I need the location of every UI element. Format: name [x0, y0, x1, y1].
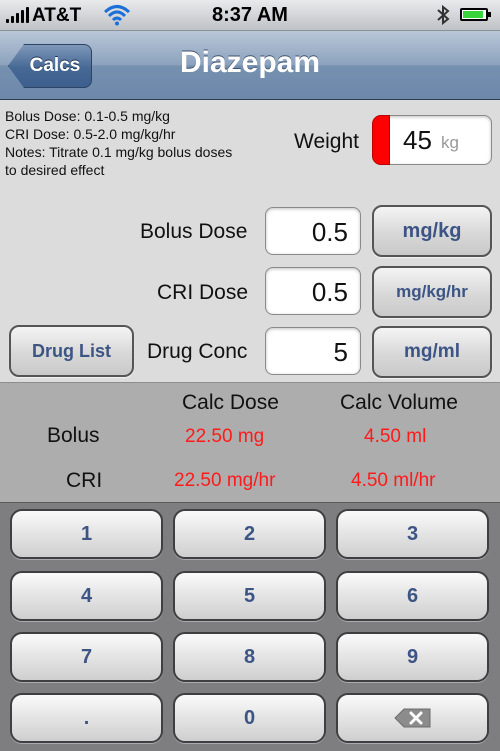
- key-1[interactable]: 1: [10, 509, 163, 559]
- key-4[interactable]: 4: [10, 571, 163, 621]
- drug-conc-unit-button[interactable]: mg/ml: [372, 326, 492, 378]
- key-7[interactable]: 7: [10, 632, 163, 682]
- battery-level: [463, 11, 483, 18]
- cri-calc-volume: 4.50 ml/hr: [351, 470, 436, 491]
- cri-range-note: CRI Dose: 0.5-2.0 mg/kg/hr: [5, 126, 176, 142]
- cri-dose-label: CRI Dose: [157, 281, 249, 304]
- bolus-calc-dose: 22.50 mg: [185, 426, 265, 447]
- key-5[interactable]: 5: [173, 571, 326, 621]
- delete-button[interactable]: [336, 693, 489, 743]
- backspace-icon: [393, 708, 430, 728]
- bluetooth-icon: [437, 4, 450, 26]
- weight-active-indicator: [372, 115, 390, 165]
- drug-conc-input[interactable]: 5: [265, 327, 361, 375]
- bolus-result-label: Bolus: [47, 424, 100, 447]
- calc-volume-header: Calc Volume: [340, 391, 458, 414]
- bolus-dose-unit-button[interactable]: mg/kg: [372, 205, 492, 257]
- bolus-dose-input[interactable]: 0.5: [265, 207, 361, 255]
- calc-dose-header: Calc Dose: [182, 391, 279, 414]
- results-panel: Calc Dose Calc Volume Bolus 22.50 mg 4.5…: [0, 382, 500, 503]
- key-8[interactable]: 8: [173, 632, 326, 682]
- key-2[interactable]: 2: [173, 509, 326, 559]
- titrate-note-line2: to desired effect: [5, 162, 105, 178]
- bolus-calc-volume: 4.50 ml: [364, 426, 427, 447]
- bolus-dose-label: Bolus Dose: [140, 220, 248, 243]
- key-6[interactable]: 6: [336, 571, 489, 621]
- cri-dose-input[interactable]: 0.5: [265, 267, 361, 315]
- bolus-dose-value: 0.5: [311, 217, 348, 247]
- cri-calc-dose: 22.50 mg/hr: [174, 470, 276, 491]
- weight-input[interactable]: [374, 115, 492, 165]
- cri-dose-value: 0.5: [311, 277, 348, 307]
- drug-list-button[interactable]: Drug List: [9, 325, 134, 377]
- numeric-keypad: 1 2 3 4 5 6 7 8 9 . 0: [0, 502, 500, 751]
- key-0[interactable]: 0: [173, 693, 326, 743]
- weight-unit: kg: [441, 133, 459, 152]
- navigation-bar: Calcs Diazepam: [0, 31, 500, 100]
- battery-icon: [460, 8, 491, 21]
- bolus-range-note: Bolus Dose: 0.1-0.5 mg/kg: [5, 108, 170, 124]
- key-3[interactable]: 3: [336, 509, 489, 559]
- dose-input-panel: Bolus Dose: 0.1-0.5 mg/kg CRI Dose: 0.5-…: [0, 100, 500, 382]
- cri-result-label: CRI: [66, 469, 103, 492]
- key-decimal[interactable]: .: [10, 693, 163, 743]
- key-9[interactable]: 9: [336, 632, 489, 682]
- cri-dose-unit-button[interactable]: mg/kg/hr: [372, 266, 492, 318]
- titrate-note-line1: Notes: Titrate 0.1 mg/kg bolus doses: [5, 144, 233, 160]
- page-title: Diazepam: [179, 46, 321, 79]
- dosage-notes: Bolus Dose: 0.1-0.5 mg/kg CRI Dose: 0.5-…: [5, 107, 232, 179]
- status-bar: AT&T 8:37 AM: [0, 0, 500, 31]
- drug-conc-label: Drug Conc: [147, 340, 248, 363]
- weight-label: Weight: [294, 130, 359, 153]
- weight-value: 45: [403, 125, 432, 155]
- status-time: 8:37 AM: [212, 4, 288, 26]
- drug-conc-value: 5: [333, 337, 348, 367]
